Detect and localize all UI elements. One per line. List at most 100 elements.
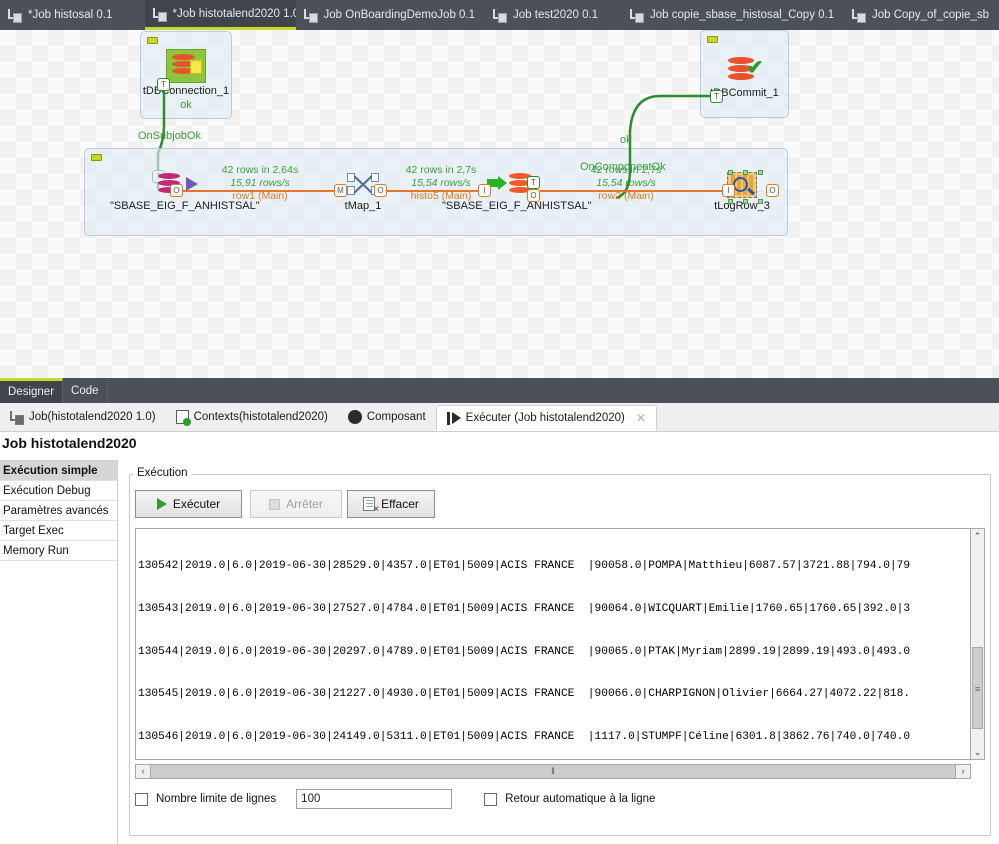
job-design-canvas[interactable]: tDBConnection_1 ok T T OnSubjobOk ✔ tDBC…	[0, 30, 999, 378]
selection-handle[interactable]	[758, 199, 763, 204]
sidebar-item-memory-run[interactable]: Memory Run	[0, 541, 117, 561]
selection-handle[interactable]	[743, 170, 748, 175]
scroll-up-arrow-icon[interactable]: ⌃	[971, 529, 984, 543]
job-icon	[152, 7, 167, 22]
map-port-out[interactable]: O	[374, 184, 387, 197]
subjob-collapse-toggle[interactable]	[707, 36, 718, 43]
selection-handle[interactable]	[743, 199, 748, 204]
trigger-port-source-t[interactable]: T	[157, 78, 170, 91]
execution-group-legend: Exécution	[133, 467, 192, 479]
run-button[interactable]: Exécuter	[135, 490, 242, 518]
sidebar-item-label: Memory Run	[3, 545, 69, 557]
tab-code[interactable]: Code	[63, 378, 108, 403]
designer-code-strip: Designer Code	[0, 378, 999, 403]
node-target-sbase-eig-f-anhistsal[interactable]: "SBASE_EIG_F_ANHISTSAL"	[442, 172, 592, 212]
console-line: 130544|2019.0|6.0|2019-06-30|20297.0|478…	[138, 645, 911, 658]
component-icon	[347, 410, 362, 424]
erase-icon	[363, 497, 379, 515]
sidebar-item-label: Exécution Debug	[3, 485, 91, 497]
stop-button[interactable]: Arrêter	[250, 490, 342, 518]
trigger-port-target-out-t[interactable]: T	[527, 176, 540, 189]
editor-tab-label: Job OnBoardingDemoJob 0.1	[323, 9, 476, 21]
run-icon	[446, 411, 461, 425]
tab-code-label: Code	[71, 384, 99, 397]
flow-rate-row1: 15,91 rows/s	[230, 177, 290, 189]
tab-composant[interactable]: Composant	[338, 403, 436, 431]
page-title: Job histotalend2020	[2, 435, 137, 451]
output-port-target[interactable]: O	[527, 189, 540, 202]
execution-mode-list: Exécution simple Exécution Debug Paramèt…	[0, 460, 118, 844]
sidebar-item-parametres-avances[interactable]: Paramètres avancés	[0, 501, 117, 521]
trigger-label-onsubjobok: OnSubjobOk	[138, 130, 201, 142]
scroll-down-arrow-icon[interactable]: ⌄	[971, 745, 984, 759]
selection-handle[interactable]	[728, 170, 733, 175]
flow-name-row2: row2 (Main)	[598, 190, 654, 202]
line-limit-input[interactable]: 100	[296, 789, 453, 809]
job-icon	[852, 8, 866, 23]
tab-designer-label: Designer	[8, 386, 55, 398]
tab-executer[interactable]: Exécuter (Job histotalend2020) ✕	[435, 405, 657, 431]
flow-rate-row2: 15,54 rows/s	[596, 177, 656, 189]
wrap-label: Retour automatique à la ligne	[505, 793, 656, 805]
clear-button-label: Effacer	[381, 497, 419, 511]
lower-panel: Job(histotalend2020 1.0) Contexts(histot…	[0, 403, 999, 844]
editor-tab-job-histotalend2020[interactable]: *Job histotalend2020 1.0 ✕	[144, 0, 319, 30]
console-output[interactable]: 130542|2019.0|6.0|2019-06-30|28529.0|435…	[135, 528, 971, 760]
scroll-right-arrow-icon[interactable]: ›	[956, 765, 970, 778]
tab-job-properties[interactable]: Job(histotalend2020 1.0)	[0, 403, 166, 431]
sidebar-item-execution-simple[interactable]: Exécution simple	[0, 461, 117, 481]
wrap-checkbox[interactable]	[484, 792, 498, 806]
console-line: 130542|2019.0|6.0|2019-06-30|28529.0|435…	[138, 560, 911, 573]
editor-tab-job-test2020[interactable]: Job test2020 0.1	[485, 0, 622, 30]
console-vertical-scrollbar[interactable]: ⌃ ≡ ⌄	[970, 528, 985, 760]
play-icon	[156, 498, 167, 510]
sidebar-item-label: Target Exec	[3, 525, 64, 537]
editor-tab-job-onboardingdemojob[interactable]: Job OnBoardingDemoJob 0.1	[295, 0, 486, 30]
close-icon[interactable]: ✕	[636, 411, 646, 425]
db-commit-icon: ✔	[727, 55, 764, 85]
map-port-in[interactable]: M	[334, 184, 347, 197]
sidebar-item-target-exec[interactable]: Target Exec	[0, 521, 117, 541]
scroll-thumb[interactable]: ≡	[972, 647, 983, 729]
output-port-source[interactable]: O	[170, 184, 183, 197]
editor-tab-job-copie-sbase-histosal-copy[interactable]: Job copie_sbase_histosal_Copy 0.1	[622, 0, 844, 30]
sidebar-item-label: Exécution simple	[3, 465, 98, 477]
editor-tab-label: Job copie_sbase_histosal_Copy 0.1	[650, 9, 835, 21]
editor-tab-job-histosal[interactable]: *Job histosal 0.1	[0, 0, 145, 30]
tab-contexts[interactable]: Contexts(histotalend2020)	[166, 403, 338, 431]
subjob-collapse-toggle[interactable]	[91, 154, 102, 161]
job-icon	[493, 8, 508, 23]
job-icon	[8, 8, 22, 23]
job-icon	[630, 8, 644, 23]
selection-handle[interactable]	[728, 199, 733, 204]
input-port-tlogrow[interactable]: I	[722, 184, 735, 197]
console-line: 130545|2019.0|6.0|2019-06-30|21227.0|493…	[138, 688, 911, 701]
view-tab-bar: Job(histotalend2020 1.0) Contexts(histot…	[0, 403, 999, 432]
stop-icon	[269, 498, 281, 510]
input-port-target[interactable]: I	[478, 184, 491, 197]
hscroll-thumb[interactable]: ‖	[150, 765, 956, 778]
stop-button-label: Arrêter	[286, 497, 323, 511]
subjob-collapse-toggle[interactable]	[147, 37, 158, 44]
sidebar-item-label: Paramètres avancés	[3, 505, 109, 517]
tab-label: Exécuter (Job histotalend2020)	[465, 412, 625, 424]
tab-label: Contexts(histotalend2020)	[193, 411, 328, 423]
tab-designer[interactable]: Designer	[0, 378, 64, 403]
console-horizontal-scrollbar[interactable]: ‹ ‖ ›	[135, 764, 971, 779]
flow-rows-row1: 42 rows in 2,64s	[221, 164, 299, 176]
flow-name-row1: row1 (Main)	[232, 190, 288, 202]
trigger-port-commit-t[interactable]: T	[710, 90, 723, 103]
console-options-row: Nombre limite de lignes 100 Retour autom…	[135, 788, 975, 810]
sidebar-item-execution-debug[interactable]: Exécution Debug	[0, 481, 117, 501]
editor-tab-job-copy-of-copie-sb[interactable]: Job Copy_of_copie_sb	[844, 0, 999, 30]
job-icon	[303, 8, 318, 23]
tab-label: Composant	[366, 411, 426, 423]
scroll-left-arrow-icon[interactable]: ‹	[136, 765, 150, 778]
run-button-label: Exécuter	[172, 497, 221, 511]
editor-tab-label: *Job histotalend2020 1.0	[172, 7, 300, 20]
db-connection-icon	[166, 49, 206, 83]
line-limit-checkbox[interactable]	[135, 792, 148, 806]
output-port-tlogrow[interactable]: O	[766, 184, 779, 197]
clear-button[interactable]: Effacer	[347, 490, 435, 518]
selection-handle[interactable]	[758, 170, 763, 175]
